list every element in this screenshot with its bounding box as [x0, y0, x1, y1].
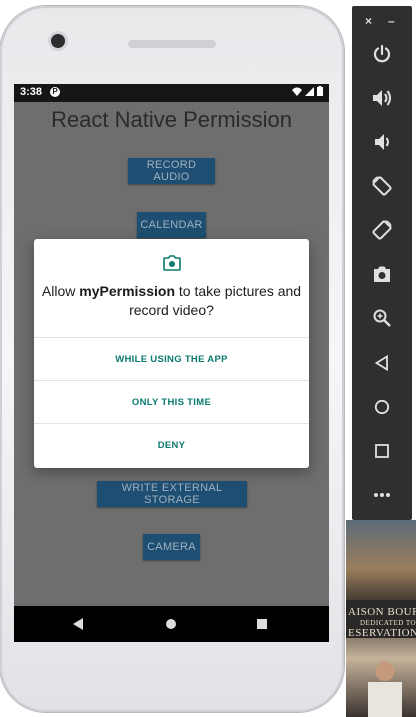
calendar-button[interactable]: CALENDAR — [137, 212, 206, 238]
volume-down-icon[interactable] — [370, 130, 394, 154]
background-sign-line1: AISON BOUR — [348, 606, 416, 618]
back-icon[interactable] — [72, 618, 84, 630]
background-sign-line3: ESERVATION — [348, 627, 416, 638]
background-sign: AISON BOUR DEDICATED TO ESERVATION — [346, 600, 416, 638]
while-using-app-button[interactable]: WHILE USING THE APP — [34, 337, 309, 380]
zoom-icon[interactable] — [370, 306, 394, 330]
app-notification-icon: P — [50, 87, 60, 97]
front-camera — [51, 34, 65, 48]
camera-icon — [163, 255, 181, 271]
navigation-bar — [14, 606, 329, 642]
rotate-left-icon[interactable] — [370, 174, 394, 198]
wifi-icon — [292, 87, 302, 96]
close-button[interactable]: × — [365, 14, 372, 28]
volume-up-icon[interactable] — [370, 86, 394, 110]
phone-frame: 3:38 P React Native Permission RECORD AU… — [0, 6, 344, 712]
camera-button[interactable]: CAMERA — [143, 534, 200, 560]
only-this-time-button[interactable]: ONLY THIS TIME — [34, 380, 309, 423]
status-icons — [292, 86, 323, 96]
minimize-button[interactable]: – — [388, 14, 395, 28]
home-icon[interactable] — [166, 619, 176, 629]
background-sign-line2: DEDICATED TO — [360, 619, 416, 627]
battery-icon — [317, 86, 323, 96]
status-bar: 3:38 P — [14, 84, 329, 102]
overview-icon[interactable] — [370, 439, 394, 463]
recents-icon[interactable] — [257, 619, 267, 629]
signal-icon — [305, 86, 314, 96]
status-time: 3:38 — [20, 86, 43, 98]
permission-message: Allow myPermission to take pictures and … — [34, 282, 309, 320]
record-audio-button[interactable]: RECORD AUDIO — [128, 158, 215, 184]
rotate-right-icon[interactable] — [370, 218, 394, 242]
write-external-storage-button[interactable]: WRITE EXTERNAL STORAGE — [97, 481, 247, 507]
screenshot-icon[interactable] — [370, 262, 394, 286]
background-person — [368, 660, 402, 717]
app-title: React Native Permission — [51, 107, 292, 132]
power-icon[interactable] — [370, 42, 394, 66]
back-icon[interactable] — [370, 351, 394, 375]
deny-button[interactable]: DENY — [34, 423, 309, 466]
permission-dialog: Allow myPermission to take pictures and … — [34, 239, 309, 468]
emulator-toolbar: × – — [352, 6, 412, 520]
earpiece-speaker — [128, 40, 216, 48]
home-icon[interactable] — [370, 395, 394, 419]
permission-app-name: myPermission — [79, 283, 175, 299]
more-icon[interactable] — [370, 483, 394, 507]
device-screen: 3:38 P React Native Permission RECORD AU… — [14, 84, 329, 642]
permission-message-prefix: Allow — [41, 283, 80, 299]
